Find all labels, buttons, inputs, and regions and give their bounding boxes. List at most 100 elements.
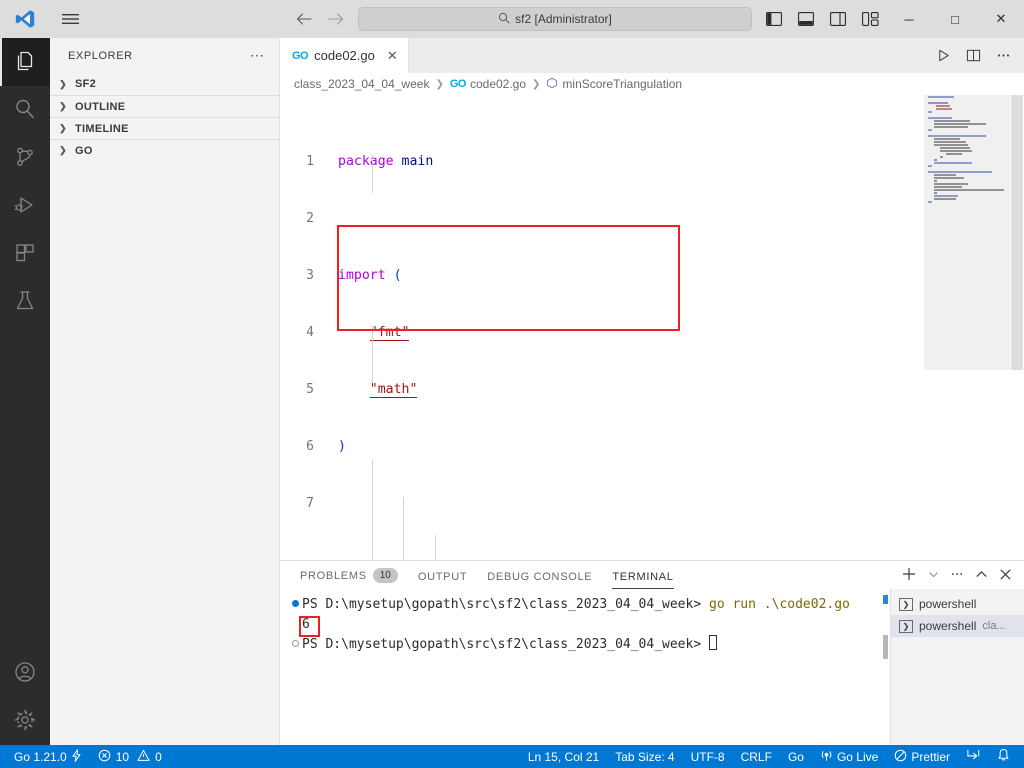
panel-actions (898, 563, 1024, 589)
breadcrumb-folder[interactable]: class_2023_04_04_week (294, 77, 429, 91)
main-content-row: EXPLORER ⋯ ❯ SF2 ❯ OUTLINE ❯ TIMELINE ❯ … (0, 38, 1024, 745)
editor-vertical-scrollbar[interactable] (1010, 95, 1024, 560)
line-number: 6 (306, 439, 314, 454)
tab-code02-go[interactable]: GO code02.go ✕ (280, 38, 409, 73)
sidebar-section-sf2[interactable]: ❯ SF2 (50, 73, 279, 95)
chevron-right-icon: ❯ (59, 145, 67, 155)
toggle-panel-button[interactable] (790, 0, 822, 38)
terminal-dropdown-button[interactable] (922, 563, 944, 585)
indent-guide (372, 326, 373, 383)
bottom-panel: PROBLEMS 10 OUTPUT DEBUG CONSOLE TERMINA… (280, 560, 1024, 745)
extensions-icon (13, 241, 37, 268)
menu-hamburger-button[interactable] (50, 0, 90, 38)
vscode-logo (0, 0, 50, 38)
line-number: 7 (306, 496, 314, 511)
split-editor-button[interactable] (960, 43, 986, 69)
terminal-output-value: 6 (302, 617, 310, 632)
panel-body: PS D:\mysetup\gopath\src\sf2\class_2023_… (280, 589, 1024, 745)
prettier-label: Prettier (911, 749, 950, 764)
terminal-list-item-selected[interactable]: ❯ powershell cla... (891, 615, 1024, 637)
line-number: 2 (306, 211, 314, 226)
line-text: ) (338, 439, 346, 454)
back-button[interactable] (290, 6, 318, 32)
breadcrumb-file[interactable]: GO code02.go (450, 77, 526, 91)
status-eol[interactable]: CRLF (733, 745, 780, 768)
tab-close-icon[interactable]: ✕ (387, 48, 398, 64)
code-line: 4 "fmt" (280, 323, 924, 342)
sidebar-section-label: OUTLINE (75, 100, 126, 113)
close-window-button[interactable]: ✕ (978, 0, 1024, 38)
status-prettier[interactable]: Prettier (886, 745, 958, 768)
sidebar-section-outline[interactable]: ❯ OUTLINE (50, 95, 279, 117)
tab-terminal[interactable]: TERMINAL (602, 571, 683, 589)
tab-problems[interactable]: PROBLEMS 10 (290, 568, 408, 589)
status-language-mode[interactable]: Go (780, 745, 812, 768)
customize-layout-button[interactable] (854, 0, 886, 38)
status-cursor-position[interactable]: Ln 15, Col 21 (520, 745, 607, 768)
gear-icon (13, 708, 37, 735)
tab-output[interactable]: OUTPUT (408, 571, 477, 589)
new-terminal-button[interactable] (898, 563, 920, 585)
terminal-scrollbar-thumb[interactable] (883, 635, 888, 659)
status-go-live[interactable]: Go Live (812, 745, 886, 768)
status-remote[interactable] (958, 745, 989, 768)
sidebar-section-go[interactable]: ❯ GO (50, 139, 279, 161)
close-panel-button[interactable] (994, 563, 1016, 585)
encoding-label: UTF-8 (690, 749, 725, 764)
minimap-slider[interactable] (924, 95, 1010, 370)
code-scroll-container[interactable]: 1 package main 2 3 import ( 4 "fmt" 5 "m… (280, 95, 924, 560)
code-content: 1 package main 2 3 import ( 4 "fmt" 5 "m… (280, 95, 924, 560)
navigation-buttons (290, 6, 350, 32)
sidebar-more-actions-button[interactable]: ⋯ (250, 47, 273, 64)
forward-button[interactable] (322, 6, 350, 32)
minimap[interactable] (924, 95, 1010, 560)
breadcrumb-symbol[interactable]: minScoreTriangulation (546, 77, 682, 92)
activity-extensions-button[interactable] (0, 230, 50, 278)
account-icon (13, 660, 37, 687)
activity-source-control-button[interactable] (0, 134, 50, 182)
maximize-window-button[interactable]: □ (932, 0, 978, 38)
activity-accounts-button[interactable] (0, 649, 50, 697)
toggle-primary-sidebar-button[interactable] (758, 0, 790, 38)
tab-debug-console[interactable]: DEBUG CONSOLE (477, 571, 602, 589)
status-bar: Go 1.21.0 10 0 Ln 15, Col 21 Tab Size: 4… (0, 745, 1024, 768)
sidebar-section-label: SF2 (75, 78, 97, 90)
activity-search-button[interactable] (0, 86, 50, 134)
scrollbar-thumb[interactable] (1011, 95, 1023, 370)
sidebar-section-timeline[interactable]: ❯ TIMELINE (50, 117, 279, 139)
prettier-icon (894, 749, 907, 765)
terminal-line: PS D:\mysetup\gopath\src\sf2\class_2023_… (288, 635, 890, 655)
activity-explorer-button[interactable] (0, 38, 50, 86)
line-text: "math" (369, 382, 418, 398)
status-tab-size[interactable]: Tab Size: 4 (607, 745, 682, 768)
broadcast-icon (820, 749, 833, 765)
activity-run-debug-button[interactable] (0, 182, 50, 230)
terminal-cursor (709, 635, 717, 650)
sidebar-header: EXPLORER ⋯ (50, 38, 279, 73)
panel-more-actions-button[interactable] (946, 563, 968, 585)
code-line: 6 ) (280, 437, 924, 456)
editor-more-actions-button[interactable] (990, 43, 1016, 69)
status-go-version[interactable]: Go 1.21.0 (0, 745, 90, 768)
terminal-command: go run .\code02.go (709, 597, 850, 612)
cursor-position-label: Ln 15, Col 21 (527, 749, 600, 764)
status-encoding[interactable]: UTF-8 (683, 745, 733, 768)
toggle-secondary-sidebar-button[interactable] (822, 0, 854, 38)
chevron-right-icon: ❯ (532, 78, 541, 90)
command-center-search[interactable]: sf2 [Administrator] (358, 7, 752, 31)
panel-header: PROBLEMS 10 OUTPUT DEBUG CONSOLE TERMINA… (280, 561, 1024, 589)
terminal-output[interactable]: PS D:\mysetup\gopath\src\sf2\class_2023_… (280, 589, 890, 745)
minimize-window-button[interactable]: ─ (886, 0, 932, 38)
chevron-right-icon: ❯ (435, 78, 444, 90)
beaker-icon (13, 289, 37, 316)
title-bar: sf2 [Administrator] ─ □ ✕ (0, 0, 1024, 38)
indent-guide (435, 535, 436, 560)
status-problems[interactable]: 10 0 (90, 745, 170, 768)
line-text: "fmt" (369, 325, 410, 341)
run-code-button[interactable] (930, 43, 956, 69)
activity-testing-button[interactable] (0, 278, 50, 326)
terminal-list-item[interactable]: ❯ powershell (891, 593, 1024, 615)
activity-settings-button[interactable] (0, 697, 50, 745)
status-notifications[interactable] (989, 745, 1024, 768)
maximize-panel-button[interactable] (970, 563, 992, 585)
